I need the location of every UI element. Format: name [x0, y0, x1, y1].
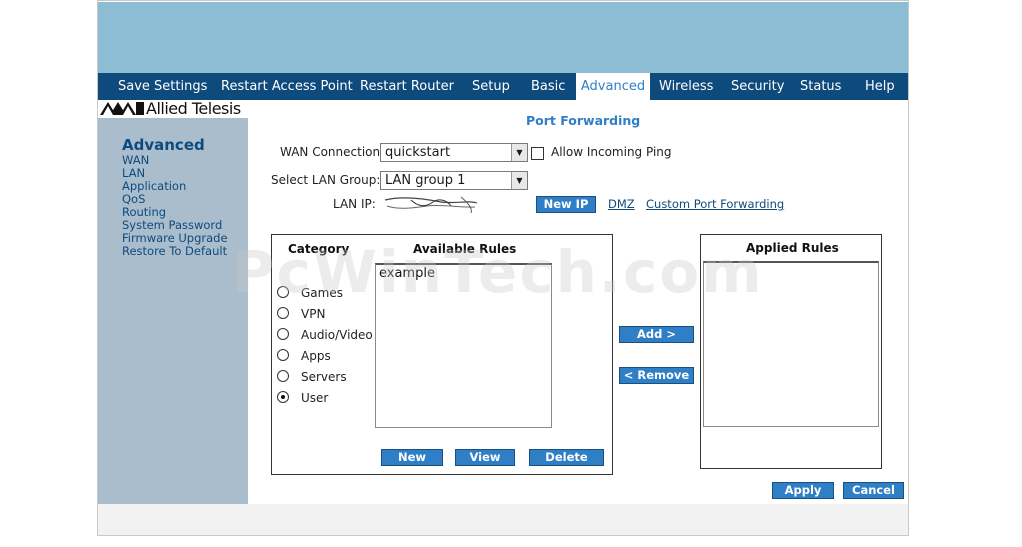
sidebar-item-wan[interactable]: WAN: [122, 153, 149, 167]
lan-group-select[interactable]: LAN group 1 ▼: [380, 171, 528, 190]
header-banner: [98, 2, 908, 73]
category-label-audio-video: Audio/Video: [301, 328, 373, 342]
sidebar-item-application[interactable]: Application: [122, 179, 186, 193]
add-rule-button[interactable]: Add >: [619, 326, 694, 343]
category-radio-apps[interactable]: [277, 349, 289, 361]
nav-security[interactable]: Security: [731, 73, 784, 100]
sidebar-item-routing[interactable]: Routing: [122, 205, 166, 219]
category-label-games: Games: [301, 286, 343, 300]
nav-help[interactable]: Help: [865, 73, 895, 100]
new-ip-button[interactable]: New IP: [536, 196, 596, 213]
view-rule-button[interactable]: View: [455, 449, 515, 466]
available-rules-list[interactable]: example: [375, 263, 552, 428]
nav-basic[interactable]: Basic: [531, 73, 565, 100]
lan-ip-label: LAN IP:: [333, 197, 376, 211]
wan-connection-label: WAN Connection:: [280, 145, 385, 159]
allow-ping-checkbox[interactable]: [531, 147, 544, 160]
footer-strip: [98, 504, 908, 535]
nav-restart-access-point[interactable]: Restart Access Point: [221, 73, 353, 100]
chevron-down-icon: ▼: [511, 172, 527, 189]
category-radio-vpn[interactable]: [277, 307, 289, 319]
applied-rules-list[interactable]: [703, 261, 879, 427]
category-label-servers: Servers: [301, 370, 347, 384]
wan-connection-value: quickstart: [385, 145, 451, 160]
nav-setup[interactable]: Setup: [472, 73, 510, 100]
category-radio-user[interactable]: [277, 391, 289, 403]
lan-ip-scribble-image: [384, 196, 478, 214]
available-rules-header: Available Rules: [413, 242, 517, 256]
dmz-link[interactable]: DMZ: [608, 197, 635, 211]
new-rule-button[interactable]: New: [381, 449, 443, 466]
category-radio-games[interactable]: [277, 286, 289, 298]
sidebar: Advanced WAN LAN Application QoS Routing…: [98, 118, 248, 504]
page-title: Port Forwarding: [526, 113, 641, 128]
nav-save-settings[interactable]: Save Settings: [118, 73, 207, 100]
category-label-user: User: [301, 391, 329, 405]
remove-rule-button[interactable]: < Remove: [619, 367, 694, 384]
sidebar-item-system-password[interactable]: System Password: [122, 218, 222, 232]
brand-logo: Allied Telesis: [98, 99, 248, 118]
category-label-apps: Apps: [301, 349, 331, 363]
category-label-vpn: VPN: [301, 307, 326, 321]
top-nav: Save Settings Restart Access Point Resta…: [98, 73, 908, 100]
sidebar-item-qos[interactable]: QoS: [122, 192, 145, 206]
sidebar-item-firmware-upgrade[interactable]: Firmware Upgrade: [122, 231, 228, 245]
nav-advanced[interactable]: Advanced: [576, 73, 650, 100]
chevron-down-icon: ▼: [511, 144, 527, 161]
allied-telesis-logo-icon: [100, 102, 144, 115]
allow-ping-label: Allow Incoming Ping: [551, 145, 672, 159]
category-radio-audio-video[interactable]: [277, 328, 289, 340]
custom-port-forwarding-link[interactable]: Custom Port Forwarding: [646, 197, 784, 211]
nav-status[interactable]: Status: [800, 73, 841, 100]
category-header: Category: [288, 242, 350, 256]
delete-rule-button[interactable]: Delete: [529, 449, 604, 466]
list-item[interactable]: example: [376, 265, 551, 282]
category-radio-servers[interactable]: [277, 370, 289, 382]
sidebar-title: Advanced: [122, 136, 205, 154]
apply-button[interactable]: Apply: [772, 482, 834, 499]
lan-group-value: LAN group 1: [385, 173, 466, 188]
nav-wireless[interactable]: Wireless: [659, 73, 713, 100]
applied-rules-header: Applied Rules: [746, 241, 839, 255]
lan-group-label: Select LAN Group:: [271, 173, 381, 187]
wan-connection-select[interactable]: quickstart ▼: [380, 143, 528, 162]
logo-text: Allied Telesis: [146, 99, 241, 118]
nav-restart-router[interactable]: Restart Router: [360, 73, 454, 100]
sidebar-item-restore-to-default[interactable]: Restore To Default: [122, 244, 227, 258]
cancel-button[interactable]: Cancel: [843, 482, 904, 499]
sidebar-item-lan[interactable]: LAN: [122, 166, 145, 180]
